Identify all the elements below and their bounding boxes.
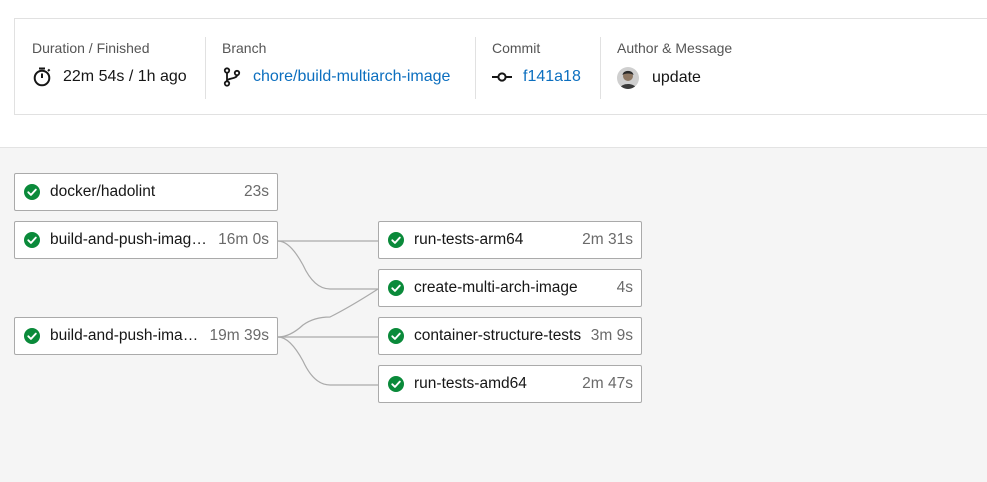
commit-message: update [652,69,701,86]
edge [277,336,378,386]
commit-link[interactable]: f141a18 [523,68,581,86]
job-name: run-tests-arm64 [414,231,524,248]
job-name: build-and-push-image-amd64 [50,327,206,344]
branch-icon [222,67,242,87]
success-check-icon [24,184,40,200]
job-run-tests-amd64[interactable]: run-tests-amd64 2m 47s [378,365,642,403]
commit-icon [492,67,512,87]
branch-link[interactable]: chore/build-multiarch-image [253,68,450,86]
success-check-icon [388,232,404,248]
job-name: container-structure-tests [414,327,582,344]
duration-value: 22m 54s / 1h ago [63,68,187,85]
edge [277,240,378,290]
job-build-and-push-image-amd64[interactable]: build-and-push-image-amd64 19m 39s [14,317,278,355]
job-create-multi-arch-image[interactable]: create-multi-arch-image 4s [378,269,642,307]
divider [475,37,476,99]
avatar[interactable] [617,67,639,89]
divider [205,37,206,99]
edge [277,288,379,338]
job-container-structure-tests[interactable]: container-structure-tests 3m 9s [378,317,642,355]
commit-label: Commit [492,40,541,56]
job-duration: 4s [616,279,633,296]
success-check-icon [388,280,404,296]
author-label: Author & Message [617,40,733,56]
branch-label: Branch [222,40,267,56]
job-duration: 16m 0s [218,231,269,248]
success-check-icon [24,232,40,248]
pipeline-summary: Duration / Finished 22m 54s / 1h ago Bra… [14,18,987,115]
job-run-tests-arm64[interactable]: run-tests-arm64 2m 31s [378,221,642,259]
divider [600,37,601,99]
job-duration: 19m 39s [209,327,269,344]
job-docker-hadolint[interactable]: docker/hadolint 23s [14,173,278,211]
success-check-icon [24,328,40,344]
workflow-graph: docker/hadolint 23s build-and-push-image… [0,147,987,482]
job-duration: 3m 9s [590,327,633,344]
duration-label: Duration / Finished [32,40,150,56]
job-build-and-push-image-arm64[interactable]: build-and-push-image-arm64 16m 0s [14,221,278,259]
success-check-icon [388,328,404,344]
job-duration: 2m 47s [582,375,633,392]
job-name: run-tests-amd64 [414,375,527,392]
stopwatch-icon [32,67,52,87]
job-name: docker/hadolint [50,183,156,200]
job-duration: 23s [244,183,269,200]
job-duration: 2m 31s [582,231,633,248]
job-name: create-multi-arch-image [414,279,578,296]
success-check-icon [388,376,404,392]
job-name: build-and-push-image-arm64 [50,231,214,248]
